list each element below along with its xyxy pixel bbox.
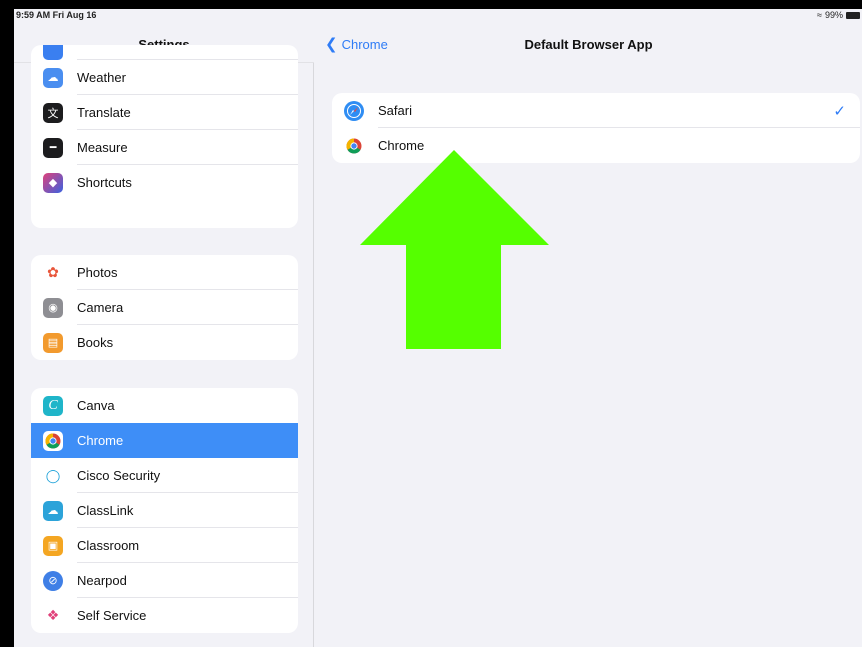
canva-icon: C <box>43 395 63 416</box>
page-title: Default Browser App <box>524 37 653 52</box>
sidebar-item-books[interactable]: ▤ Books <box>31 325 298 360</box>
settings-sidebar: Settings ☁ Weather 文 Translate ━ Measure <box>14 9 314 647</box>
sidebar-item-photos[interactable]: ✿ Photos <box>31 255 298 290</box>
sidebar-item-cisco-security[interactable]: ◯ Cisco Security <box>31 458 298 493</box>
classroom-icon: ▣ <box>43 535 63 556</box>
settings-group-2: ✿ Photos ◉ Camera ▤ Books <box>31 255 298 360</box>
green-arrow-annotation <box>360 150 549 349</box>
sidebar-item-measure[interactable]: ━ Measure <box>31 130 298 165</box>
camera-icon: ◉ <box>43 297 63 318</box>
settings-group-1: ☁ Weather 文 Translate ━ Measure ◆ Shortc… <box>31 45 298 228</box>
browser-option-label: Safari <box>378 103 412 118</box>
sidebar-item-weather[interactable]: ☁ Weather <box>31 60 298 95</box>
status-right: ≈ 99% <box>817 10 860 20</box>
sidebar-item-label: Nearpod <box>77 573 127 588</box>
list-item-cutoff <box>31 45 298 60</box>
sidebar-item-label: Classroom <box>77 538 140 553</box>
sidebar-item-label: Photos <box>77 265 118 280</box>
sidebar-item-classroom[interactable]: ▣ Classroom <box>31 528 298 563</box>
sidebar-item-shortcuts[interactable]: ◆ Shortcuts <box>31 165 298 200</box>
sidebar-item-label: Weather <box>77 70 126 85</box>
cisco-security-icon: ◯ <box>43 465 63 486</box>
sidebar-item-self-service[interactable]: ❖ Self Service <box>31 598 298 633</box>
shortcuts-icon: ◆ <box>43 172 63 193</box>
sidebar-item-translate[interactable]: 文 Translate <box>31 95 298 130</box>
settings-group-3: C Canva Chrome ◯ Cisco Security ☁ ClassL… <box>31 388 298 633</box>
ipad-screen: 9:59 AM Fri Aug 16 ≈ 99% Settings ☁ Weat… <box>14 9 862 647</box>
translate-icon: 文 <box>43 102 63 123</box>
browser-option-safari[interactable]: Safari ✓ <box>332 93 860 128</box>
sidebar-item-label: Measure <box>77 140 128 155</box>
sidebar-item-label: Cisco Security <box>77 468 161 483</box>
sidebar-item-label: Shortcuts <box>77 175 132 190</box>
sidebar-item-label: ClassLink <box>77 503 134 518</box>
checkmark-icon: ✓ <box>833 102 846 120</box>
arrow-up-icon <box>360 150 549 349</box>
sidebar-item-camera[interactable]: ◉ Camera <box>31 290 298 325</box>
sidebar-item-label: Translate <box>77 105 131 120</box>
nearpod-icon: ⊘ <box>43 570 63 591</box>
sidebar-item-label: Self Service <box>77 608 147 623</box>
photos-icon: ✿ <box>43 262 63 283</box>
self-service-icon: ❖ <box>43 605 63 626</box>
sidebar-item-classlink[interactable]: ☁ ClassLink <box>31 493 298 528</box>
sidebar-item-label: Chrome <box>77 433 124 448</box>
measure-icon: ━ <box>43 137 63 158</box>
sidebar-item-label: Canva <box>77 398 115 413</box>
status-bar: 9:59 AM Fri Aug 16 ≈ 99% <box>14 9 862 23</box>
safari-settings-icon <box>43 45 63 60</box>
sidebar-item-nearpod[interactable]: ⊘ Nearpod <box>31 563 298 598</box>
safari-icon <box>344 100 364 121</box>
wifi-icon: ≈ <box>817 10 822 20</box>
battery-icon <box>846 11 860 19</box>
sidebar-item-chrome[interactable]: Chrome <box>31 423 298 458</box>
books-icon: ▤ <box>43 332 63 353</box>
sidebar-item-label: Camera <box>77 300 124 315</box>
weather-icon: ☁ <box>43 67 63 88</box>
sidebar-item-label: Books <box>77 335 114 350</box>
sidebar-item-canva[interactable]: C Canva <box>31 388 298 423</box>
chrome-icon <box>43 430 63 451</box>
classlink-icon: ☁ <box>43 500 63 521</box>
battery-percent: 99% <box>824 10 843 20</box>
status-time: 9:59 AM Fri Aug 16 <box>16 10 97 20</box>
